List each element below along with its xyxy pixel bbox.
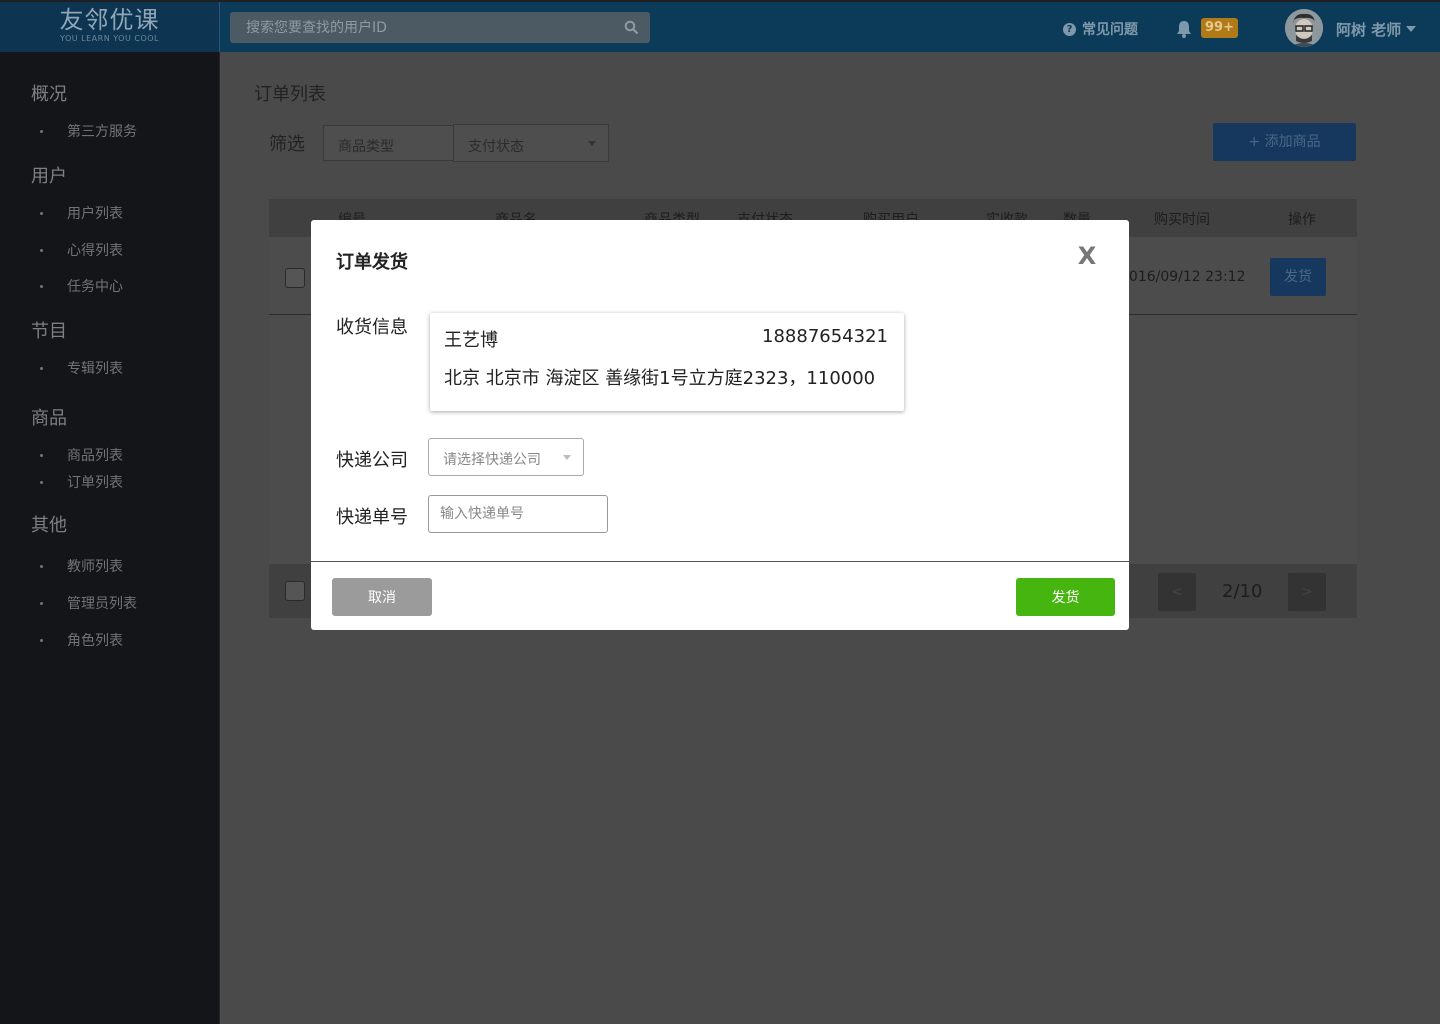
logo-subtitle: YOU LEARN YOU COOL [60,34,159,43]
search-bar [230,12,650,43]
bell-icon[interactable] [1175,19,1193,39]
sidebar-item-label: 教师列表 [67,559,123,575]
sidebar-item-label: 角色列表 [67,633,123,649]
courier-placeholder: 请选择快递公司 [443,452,541,468]
select-all-checkbox[interactable] [285,581,305,601]
modal-divider [311,561,1129,562]
top-header: 友邻优课 YOU LEARN YOU COOL ? 常见问题 99+ 阿树 老师 [0,0,1440,52]
page-indicator: 2/10 [1222,581,1263,602]
sidebar-group-products: 商品 [31,408,67,429]
bullet-icon [40,564,43,568]
sidebar-item-product-list[interactable]: 商品列表 [40,445,123,465]
sidebar-item-label: 专辑列表 [67,361,123,377]
avatar-image [1285,9,1323,47]
bullet-icon [40,284,43,288]
row-ship-button[interactable]: 发货 [1270,258,1326,296]
logo-text: 友邻优课 [59,6,160,34]
sidebar-item-label: 订单列表 [67,475,123,491]
bullet-icon [40,248,43,252]
sidebar-item-user-list[interactable]: 用户列表 [40,203,123,223]
search-icon[interactable] [624,20,638,34]
bullet-icon [40,211,43,215]
search-input[interactable] [230,12,620,43]
recipient-name: 王艺博 [444,330,498,351]
product-type-filter[interactable]: 商品类型 [323,125,454,161]
address-card[interactable]: 王艺博 18887654321 北京 北京市 海淀区 善缘街1号立方庭2323，… [430,313,904,411]
tracking-number-input[interactable] [428,495,608,533]
sidebar-item-tasks[interactable]: 任务中心 [40,276,123,296]
sidebar-item-label: 第三方服务 [67,124,137,140]
faq-label: 常见问题 [1082,22,1138,38]
filter-label: 筛选 [269,134,305,155]
shipping-info-label: 收货信息 [336,317,408,338]
bullet-icon [40,601,43,605]
courier-label: 快递公司 [336,450,408,471]
page-title: 订单列表 [254,84,326,105]
sidebar-item-admins[interactable]: 管理员列表 [40,593,137,613]
courier-select[interactable]: 请选择快递公司 [428,438,584,476]
purchase-time: 2016/09/12 23:12 [1120,269,1246,285]
chevron-down-icon [588,141,596,146]
column-header: 购买时间 [1154,212,1210,228]
next-page-button[interactable]: > [1288,573,1326,611]
sidebar: 概况 第三方服务 用户 用户列表 心得列表 任务中心 节目 专辑列表 商品 商品… [0,52,220,1024]
bullet-icon [40,638,43,642]
sidebar-group-users: 用户 [31,166,67,187]
recipient-phone: 18887654321 [762,326,888,347]
sidebar-item-third-party[interactable]: 第三方服务 [40,121,137,141]
sidebar-item-label: 用户列表 [67,206,123,222]
user-name[interactable]: 阿树 老师 [1336,19,1401,40]
sidebar-item-teachers[interactable]: 教师列表 [40,556,123,576]
sidebar-item-label: 任务中心 [67,279,123,295]
row-checkbox[interactable] [285,268,305,288]
add-product-button[interactable]: + 添加商品 [1213,123,1356,161]
sidebar-item-roles[interactable]: 角色列表 [40,630,123,650]
sidebar-group-overview: 概况 [31,84,67,105]
sidebar-item-label: 管理员列表 [67,596,137,612]
brand-logo[interactable]: 友邻优课 YOU LEARN YOU COOL [0,2,220,52]
tracking-label: 快递单号 [336,507,408,528]
bullet-icon [40,480,43,484]
sidebar-item-order-list[interactable]: 订单列表 [40,472,123,492]
pay-status-filter[interactable]: 支付状态 [453,124,609,162]
sidebar-item-label: 商品列表 [67,448,123,464]
sidebar-group-programs: 节目 [31,321,67,342]
pay-status-label: 支付状态 [468,139,524,155]
modal-title: 订单发货 [336,252,408,273]
bullet-icon [40,453,43,457]
recipient-address: 北京 北京市 海淀区 善缘街1号立方庭2323，110000 [444,368,876,389]
cancel-button[interactable]: 取消 [332,578,432,616]
bullet-icon [40,129,43,133]
sidebar-item-notes[interactable]: 心得列表 [40,240,123,260]
ship-order-modal: 订单发货 X 收货信息 王艺博 18887654321 北京 北京市 海淀区 善… [311,220,1129,630]
column-header: 操作 [1288,212,1316,228]
faq-link[interactable]: ? 常见问题 [1063,19,1138,39]
bullet-icon [40,366,43,370]
prev-page-button[interactable]: < [1158,573,1196,611]
notification-badge: 99+ [1201,18,1238,38]
sidebar-group-other: 其他 [31,515,67,536]
confirm-ship-button[interactable]: 发货 [1016,578,1115,616]
chevron-down-icon [563,455,571,460]
question-icon: ? [1063,22,1076,36]
close-icon[interactable]: X [1075,244,1099,268]
sidebar-item-albums[interactable]: 专辑列表 [40,358,123,378]
avatar[interactable] [1285,9,1323,47]
sidebar-item-label: 心得列表 [67,243,123,259]
chevron-down-icon[interactable] [1406,26,1416,32]
